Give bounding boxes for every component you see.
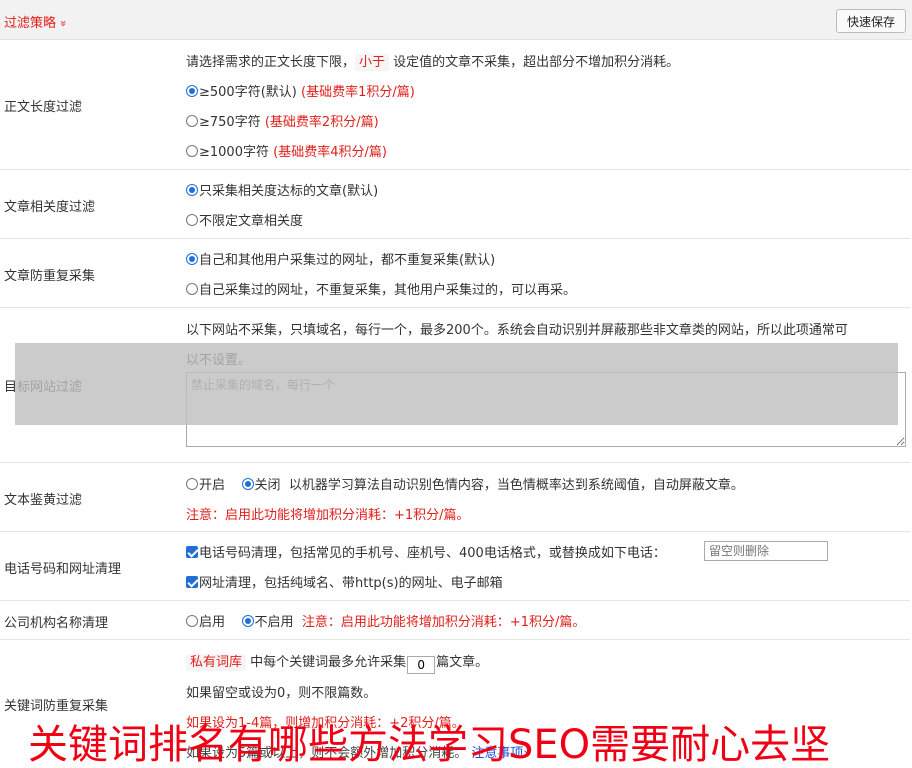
length-filter-desc: 请选择需求的正文长度下限， 小于 设定值的文章不采集，超出部分不增加积分消耗。	[186, 51, 680, 71]
length-option-1000-label: ≥1000字符	[199, 145, 269, 160]
porn-off-label: 关闭	[254, 478, 281, 493]
radio-dedupe-self[interactable]	[186, 283, 198, 295]
less-than-highlight: 小于	[355, 54, 390, 71]
radio-length-1000[interactable]	[186, 145, 198, 157]
porn-filter-desc: 以机器学习算法自动识别色情内容，当色情概率达到系统阈值，自动屏蔽文章。	[288, 478, 744, 493]
private-lexicon-highlight[interactable]: 私有词库	[186, 654, 247, 671]
relevance-option-qualified[interactable]: 只采集相关度达标的文章(默认)	[186, 180, 378, 199]
quick-save-button[interactable]: 快速保存	[836, 9, 906, 33]
site-filter-desc-line1: 以下网站不采集，只填域名，每行一个，最多200个。系统会自动识别并屏蔽那些非文章…	[186, 323, 848, 338]
keyword-dedupe-label: 关键词防重复采集	[4, 699, 109, 714]
watermark-caption: 关键词排名有哪些方法学习SEO需要耐心去坚	[28, 722, 831, 768]
dedupe-option-all-label: 自己和其他用户采集过的网址，都不重复采集(默认)	[199, 253, 496, 268]
dedupe-label: 文章防重复采集	[4, 269, 96, 284]
filter-strategy-title[interactable]: 过滤策略»	[4, 12, 70, 31]
porn-on-label: 开启	[199, 478, 226, 493]
length-option-500-label: ≥500字符(默认)	[199, 85, 297, 100]
dedupe-option-self-label: 自己采集过的网址，不重复采集，其他用户采集过的，可以再采。	[199, 283, 577, 298]
relevance-option-qualified-label: 只采集相关度达标的文章(默认)	[199, 184, 379, 199]
radio-porn-off[interactable]	[241, 478, 254, 490]
replacement-phone-input[interactable]	[704, 541, 828, 561]
length-option-1000-note: (基础费率4积分/篇)	[273, 145, 387, 160]
keyword-dedupe-text-post: 篇文章。	[436, 655, 489, 670]
radio-company-off[interactable]	[241, 615, 254, 627]
radio-dedupe-all[interactable]	[186, 253, 198, 265]
phone-cleanup-label: 电话号码和网址清理	[4, 562, 122, 577]
checkbox-phone-cleanup[interactable]	[186, 546, 198, 558]
url-cleanup-option[interactable]: 网址清理，包括纯域名、带http(s)的网址、电子邮箱	[186, 572, 503, 591]
radio-porn-on[interactable]	[186, 478, 198, 490]
radio-company-on[interactable]	[186, 615, 198, 627]
dedupe-option-self[interactable]: 自己采集过的网址，不重复采集，其他用户采集过的，可以再采。	[186, 279, 576, 298]
length-option-500-note: (基础费率1积分/篇)	[301, 85, 415, 100]
length-option-500[interactable]: ≥500字符(默认) (基础费率1积分/篇)	[186, 81, 415, 100]
dedupe-option-all[interactable]: 自己和其他用户采集过的网址，都不重复采集(默认)	[186, 249, 495, 268]
relevance-row: 文章相关度过滤	[0, 170, 910, 239]
checkbox-url-cleanup[interactable]	[186, 576, 198, 588]
keyword-max-count-input[interactable]	[407, 656, 436, 674]
company-cleanup-label: 公司机构名称清理	[4, 616, 109, 631]
length-filter-label: 正文长度过滤	[4, 100, 83, 115]
keyword-dedupe-line1: 私有词库 中每个关键词最多允许采集 篇文章。	[186, 651, 488, 674]
company-on-label: 启用	[199, 615, 226, 630]
blocked-domains-textarea[interactable]	[186, 372, 906, 447]
porn-filter-note: 注意：启用此功能将增加积分消耗：+1积分/篇。	[186, 508, 470, 523]
url-cleanup-text: 网址清理，包括纯域名、带http(s)的网址、电子邮箱	[199, 576, 503, 591]
length-filter-desc-pre: 请选择需求的正文长度下限，	[186, 55, 356, 70]
phone-cleanup-text: 电话号码清理，包括常见的手机号、座机号、400电话格式，或替换成如下电话：	[199, 546, 666, 561]
company-cleanup-options: 启用 不启用 注意：启用此功能将增加积分消耗：+1积分/篇。	[186, 611, 585, 630]
radio-length-500[interactable]	[186, 85, 198, 97]
length-option-750-note: (基础费率2积分/篇)	[264, 115, 379, 130]
relevance-option-unlimited-label: 不限定文章相关度	[199, 214, 304, 229]
radio-relevance-unlimited[interactable]	[186, 214, 198, 226]
length-filter-desc-post: 设定值的文章不采集，超出部分不增加积分消耗。	[393, 55, 680, 70]
radio-length-750[interactable]	[186, 115, 198, 127]
site-filter-desc-line2: 以不设置。	[186, 353, 252, 368]
site-filter-label: 目标网站过滤	[4, 380, 83, 395]
keyword-dedupe-line2: 如果留空或设为0，则不限篇数。	[186, 686, 377, 701]
relevance-option-unlimited[interactable]: 不限定文章相关度	[186, 210, 303, 229]
chevron-down-icon: »	[56, 20, 70, 27]
filter-header-bar: 过滤策略» 快速保存	[0, 0, 912, 40]
length-option-1000[interactable]: ≥1000字符 (基础费率4积分/篇)	[186, 141, 387, 160]
company-cleanup-note: 注意：启用此功能将增加积分消耗：+1积分/篇。	[301, 615, 586, 630]
radio-relevance-qualified[interactable]	[186, 184, 198, 196]
porn-filter-options: 开启 关闭 以机器学习算法自动识别色情内容，当色情概率达到系统阈值，自动屏蔽文章…	[186, 474, 744, 493]
porn-filter-label: 文本鉴黄过滤	[4, 493, 83, 508]
length-option-750[interactable]: ≥750字符 (基础费率2积分/篇)	[186, 111, 379, 130]
keyword-dedupe-text-pre: 中每个关键词最多允许采集	[250, 655, 407, 670]
relevance-label: 文章相关度过滤	[4, 200, 96, 215]
length-option-750-label: ≥750字符	[199, 115, 261, 130]
phone-cleanup-option[interactable]: 电话号码清理，包括常见的手机号、座机号、400电话格式，或替换成如下电话：	[186, 542, 666, 561]
filter-strategy-title-text: 过滤策略	[4, 16, 57, 31]
company-off-label: 不启用	[254, 615, 294, 630]
